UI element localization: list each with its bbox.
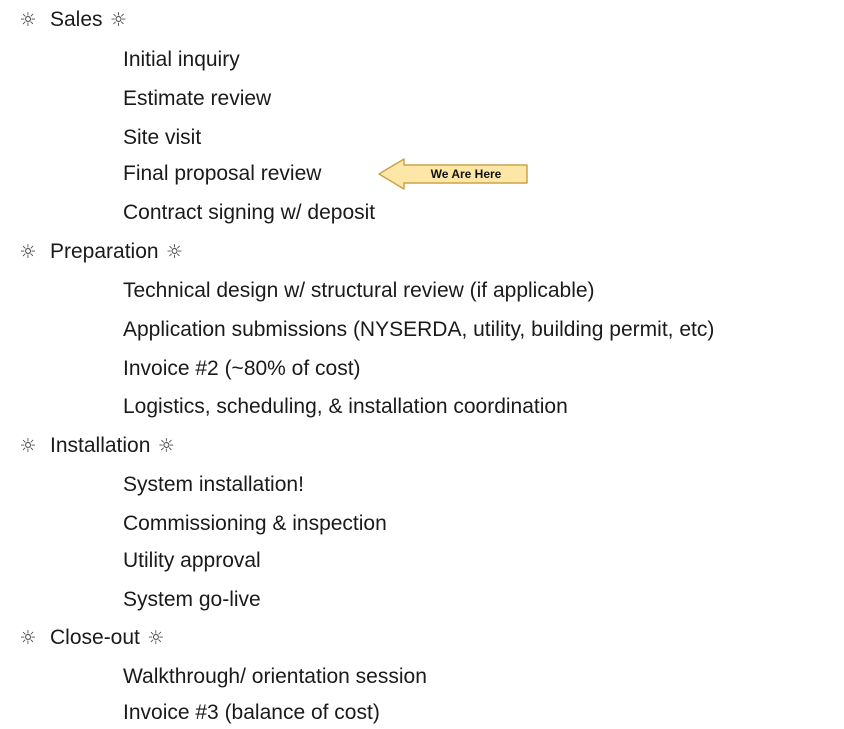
sun-icon: ☼ bbox=[157, 435, 175, 457]
sun-icon: ☼ bbox=[166, 241, 184, 263]
phase-label: Close-out bbox=[50, 626, 140, 649]
list-item: Initial inquiry bbox=[123, 48, 240, 71]
phase-heading-sales: ☼ Sales ☼ bbox=[16, 4, 131, 36]
list-item: Invoice #3 (balance of cost) bbox=[123, 701, 380, 724]
list-item: Walkthrough/ orientation session bbox=[123, 665, 427, 688]
list-item: Technical design w/ structural review (i… bbox=[123, 279, 595, 302]
we-are-here-marker: We Are Here bbox=[377, 157, 530, 191]
sun-icon: ☼ bbox=[19, 435, 37, 457]
sun-icon: ☼ bbox=[147, 627, 165, 649]
sun-icon: ☼ bbox=[19, 9, 37, 31]
marker-label: We Are Here bbox=[430, 167, 502, 181]
sun-icon: ☼ bbox=[110, 9, 128, 31]
phase-heading-close-out: ☼ Close-out ☼ bbox=[16, 622, 168, 654]
list-item: Contract signing w/ deposit bbox=[123, 201, 376, 224]
sun-icon: ☼ bbox=[19, 627, 37, 649]
phase-label: Installation bbox=[50, 434, 151, 457]
phase-label: Preparation bbox=[50, 240, 159, 263]
list-item: Site visit bbox=[123, 126, 202, 149]
list-item: Utility approval bbox=[123, 549, 261, 572]
list-item: Estimate review bbox=[123, 87, 272, 110]
list-item-current: Final proposal review bbox=[123, 162, 322, 185]
list-item: Commissioning & inspection bbox=[123, 512, 387, 535]
phase-heading-installation: ☼ Installation ☼ bbox=[16, 430, 178, 462]
phase-label: Sales bbox=[50, 8, 103, 31]
list-item: Logistics, scheduling, & installation co… bbox=[123, 395, 568, 418]
sun-icon: ☼ bbox=[19, 241, 37, 263]
list-item: System go-live bbox=[123, 588, 261, 611]
list-item: Application submissions (NYSERDA, utilit… bbox=[123, 318, 715, 341]
list-item: Invoice #2 (~80% of cost) bbox=[123, 357, 361, 380]
phase-heading-preparation: ☼ Preparation ☼ bbox=[16, 236, 187, 268]
process-outline: ☼ Sales ☼ Initial inquiry Estimate revie… bbox=[0, 0, 844, 729]
list-item: System installation! bbox=[123, 473, 304, 496]
